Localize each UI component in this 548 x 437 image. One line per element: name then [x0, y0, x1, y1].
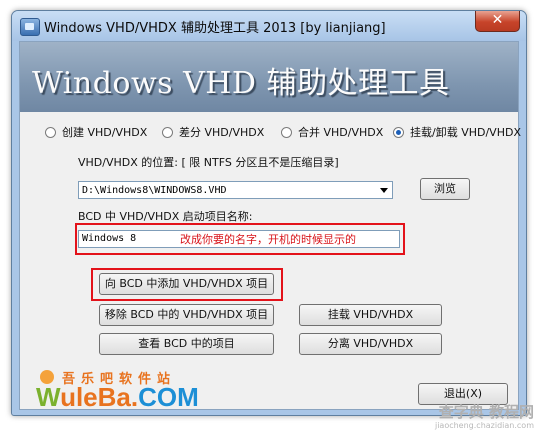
close-button[interactable]: ✕: [475, 11, 520, 32]
logo-english-text: WuleBa.COM: [36, 382, 199, 412]
browse-button[interactable]: 浏览: [420, 178, 470, 200]
app-icon: [20, 18, 40, 36]
radio-merge[interactable]: 合并 VHD/VHDX: [281, 124, 383, 140]
title-bar[interactable]: Windows VHD/VHDX 辅助处理工具 2013 [by lianjia…: [12, 11, 526, 41]
vhd-path-combobox[interactable]: D:\Windows8\WINDOWS8.VHD: [78, 181, 393, 199]
radio-differencing[interactable]: 差分 VHD/VHDX: [162, 124, 264, 140]
vhd-path-value: D:\Windows8\WINDOWS8.VHD: [82, 185, 227, 196]
mode-radio-group: 创建 VHD/VHDX 差分 VHD/VHDX 合并 VHD/VHDX 挂载/卸…: [20, 124, 521, 142]
radio-merge-indicator[interactable]: [281, 126, 292, 138]
client-area: Windows VHD 辅助处理工具 创建 VHD/VHDX 差分 VHD/VH…: [19, 41, 521, 412]
radio-mount-unmount[interactable]: 挂载/卸载 VHD/VHDX: [393, 124, 521, 140]
remove-from-bcd-button[interactable]: 移除 BCD 中的 VHD/VHDX 项目: [99, 304, 274, 326]
location-label: VHD/VHDX 的位置: [ 限 NTFS 分区且不是压缩目录]: [78, 156, 339, 169]
app-window: Windows VHD/VHDX 辅助处理工具 2013 [by lianjia…: [11, 10, 527, 416]
radio-create[interactable]: 创建 VHD/VHDX: [45, 124, 147, 140]
banner: Windows VHD 辅助处理工具: [20, 42, 518, 112]
radio-mount-unmount-indicator[interactable]: [393, 126, 404, 138]
banner-title: Windows VHD 辅助处理工具: [32, 66, 450, 101]
chevron-down-icon[interactable]: [380, 188, 388, 193]
window-title: Windows VHD/VHDX 辅助处理工具 2013 [by lianjia…: [44, 21, 386, 36]
radio-create-indicator[interactable]: [45, 126, 56, 138]
bcd-name-label: BCD 中 VHD/VHDX 启动项目名称:: [78, 210, 253, 223]
site-watermark: 查字典 教程网 jiaocheng.chazidian.com: [400, 401, 540, 435]
wuleba-logo: 吾乐吧软件站 WuleBa.COM: [36, 368, 266, 415]
radio-differencing-indicator[interactable]: [162, 126, 173, 138]
mount-vhd-button[interactable]: 挂载 VHD/VHDX: [299, 304, 442, 326]
add-to-bcd-button[interactable]: 向 BCD 中添加 VHD/VHDX 项目: [99, 273, 274, 295]
watermark-main-text: 查字典 教程网: [438, 403, 534, 421]
view-bcd-button[interactable]: 查看 BCD 中的项目: [99, 333, 274, 355]
watermark-url-text: jiaocheng.chazidian.com: [434, 421, 534, 430]
detach-vhd-button[interactable]: 分离 VHD/VHDX: [299, 333, 442, 355]
name-annotation: 改成你要的名字，开机的时候显示的: [180, 233, 356, 246]
